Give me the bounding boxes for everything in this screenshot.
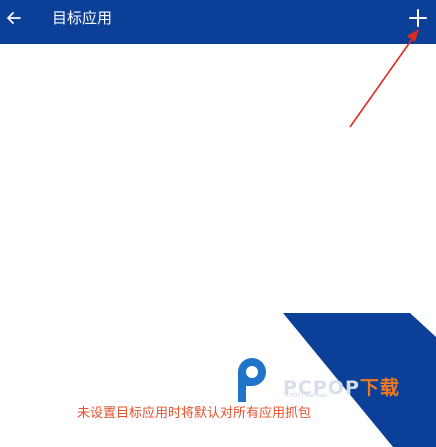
plus-icon <box>409 9 427 27</box>
back-button[interactable] <box>0 0 28 36</box>
add-app-button[interactable] <box>400 0 436 36</box>
page-title: 目标应用 <box>52 9 113 27</box>
app-bar: 目标应用 <box>0 0 436 44</box>
app-screen: 目标应用 PCPOP下载 PCPOP Download 未设置目标应用时将默认对… <box>0 0 436 447</box>
app-list-empty <box>0 44 436 447</box>
arrow-left-icon <box>7 12 21 24</box>
empty-hint: 未设置目标应用时将默认对所有应用抓包 <box>77 406 312 421</box>
